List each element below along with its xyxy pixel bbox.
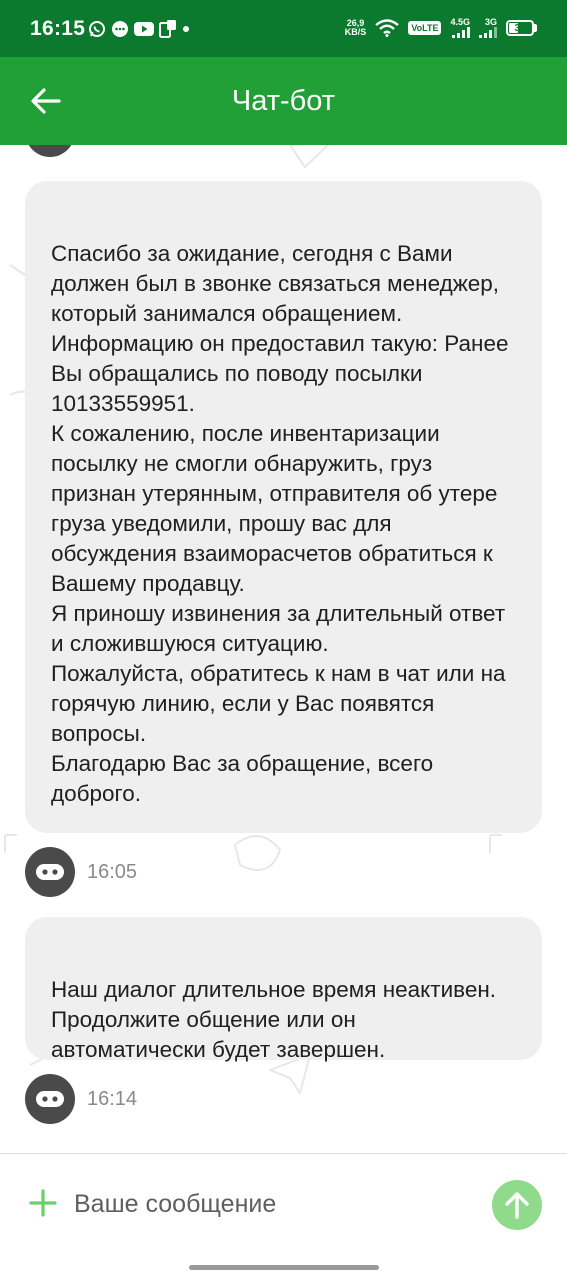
arrow-up-icon — [505, 1192, 529, 1219]
whatsapp-icon — [89, 21, 105, 37]
status-time: 16:15 — [30, 17, 86, 40]
page-title: Чат-бот — [231, 85, 336, 117]
attach-button[interactable] — [28, 1188, 58, 1218]
network-speed-unit: KB/S — [344, 27, 367, 37]
send-button[interactable] — [492, 1180, 542, 1230]
app-bar: Чат-бот — [0, 57, 567, 145]
message-input[interactable] — [74, 1184, 464, 1224]
message-text: Наш диалог длительное время неактивен. П… — [51, 977, 497, 1062]
system-icons: 26,9 KB/S VoLTE 4.5G 3G 39 — [345, 18, 537, 38]
sim1-signal: 4.5G — [450, 18, 470, 38]
message-meta: 16:05 — [25, 847, 137, 897]
sim2-signal: 3G — [479, 18, 497, 38]
phone-notification-icon — [159, 20, 176, 38]
status-bar: 16:15 26,9 KB/S VoLTE 4.5G 3G 39 — [0, 0, 567, 57]
youtube-icon — [134, 22, 154, 36]
volte-badge: VoLTE — [408, 21, 442, 35]
wifi-icon — [375, 19, 400, 37]
notification-icons — [88, 20, 190, 38]
sim2-label: 3G — [484, 17, 497, 27]
message-text: Спасибо за ожидание, сегодня с Вами долж… — [51, 241, 509, 806]
message-meta: 16:14 — [25, 1074, 137, 1124]
message-composer — [0, 1153, 567, 1257]
network-speed: 26,9 KB/S — [345, 19, 367, 37]
plus-icon — [29, 1189, 57, 1217]
bot-avatar — [25, 847, 75, 897]
home-indicator[interactable] — [189, 1265, 379, 1270]
chat-screen: 16:15 26,9 KB/S VoLTE 4.5G 3G 39 Чат-бот… — [0, 0, 567, 1280]
message-bubble: Спасибо за ожидание, сегодня с Вами долж… — [25, 181, 542, 833]
message-time: 16:14 — [87, 1087, 138, 1110]
chat-messages[interactable]: Спасибо за ожидание, сегодня с Вами долж… — [0, 145, 567, 1153]
battery-level: 39 — [514, 22, 526, 34]
bot-icon — [36, 1091, 64, 1107]
signal-icon — [452, 27, 470, 38]
bot-avatar — [25, 1074, 75, 1124]
battery-icon: 39 — [506, 20, 537, 36]
signal-icon — [479, 27, 497, 38]
sim1-label: 4.5G — [450, 17, 470, 27]
bot-icon — [36, 864, 64, 880]
dot-icon — [183, 26, 189, 32]
message-icon — [112, 21, 128, 37]
message-time: 16:05 — [87, 860, 138, 883]
message-bubble: Наш диалог длительное время неактивен. П… — [25, 917, 542, 1062]
bot-avatar — [25, 145, 75, 157]
